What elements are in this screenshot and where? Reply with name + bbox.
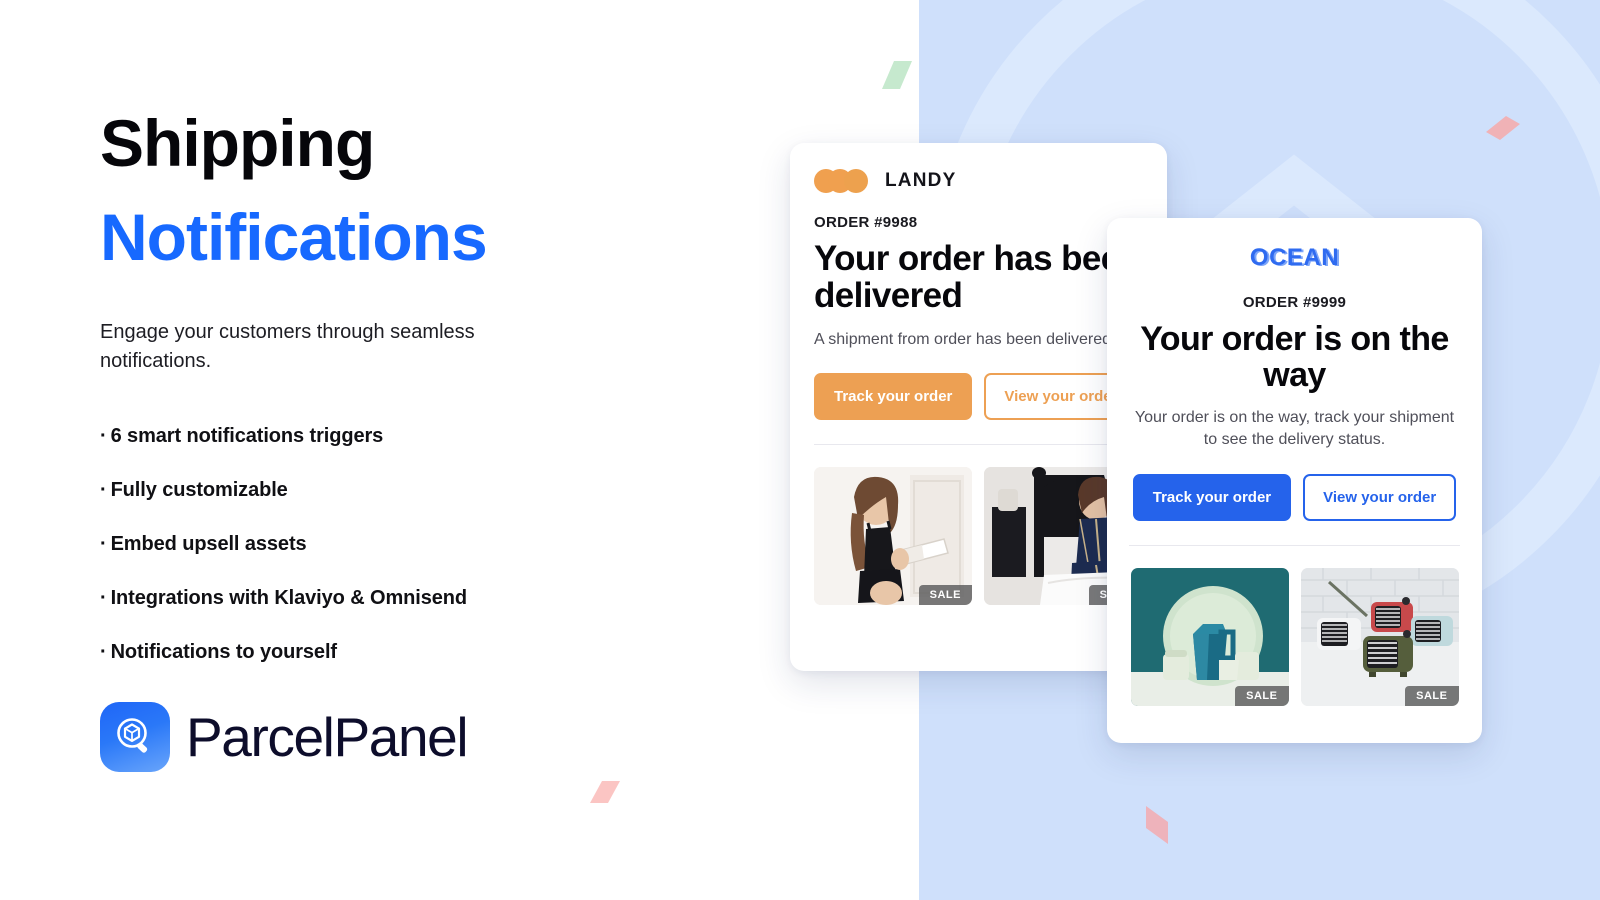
card-title: Your order has been delivered xyxy=(814,239,1141,316)
card-title: Your order is on the way xyxy=(1140,320,1449,395)
list-item: · Notifications to yourself xyxy=(100,640,800,664)
hero-subheadline: Engage your customers through seamless n… xyxy=(100,321,475,372)
landy-wordmark: LANDY xyxy=(885,170,957,191)
feature-label: Embed upsell assets xyxy=(110,533,307,555)
pink-parallelogram-top-right xyxy=(1486,116,1520,140)
feature-label: Notifications to yourself xyxy=(110,641,338,663)
bullet-dot: · xyxy=(100,587,107,609)
product-thumbnails: SALE xyxy=(1129,567,1460,706)
product-thumbnail[interactable]: SALE xyxy=(1300,567,1459,706)
list-item: · 6 smart notifications triggers xyxy=(100,424,800,448)
bullet-dot: · xyxy=(100,479,107,501)
notification-card-ocean: OCEAN ORDER #9999 Your order is on the w… xyxy=(1107,218,1482,743)
feature-label: Integrations with Klaviyo & Omnisend xyxy=(110,587,468,609)
card-description: Your order is on the way, track your shi… xyxy=(1134,408,1455,449)
sale-badge: SALE xyxy=(1235,685,1289,706)
card-actions: Track your order View your order xyxy=(1129,473,1460,521)
bullet-dot: · xyxy=(100,425,107,447)
track-your-order-button[interactable]: Track your order xyxy=(814,373,973,421)
product-thumbnails: SALE xyxy=(814,467,1143,606)
list-item: · Integrations with Klaviyo & Omnisend xyxy=(100,586,800,610)
bullet-dot: · xyxy=(100,533,107,555)
view-your-order-button[interactable]: View your order xyxy=(1303,473,1457,521)
list-item: · Fully customizable xyxy=(100,478,800,502)
product-thumbnail[interactable]: SALE xyxy=(1130,567,1289,706)
page-title-line2: Notifications xyxy=(100,200,488,274)
list-item: · Embed upsell assets xyxy=(100,532,800,556)
track-your-order-button[interactable]: Track your order xyxy=(1132,473,1292,521)
parcel-cube-magnifier-icon xyxy=(100,702,170,772)
pink-parallelogram-bottom xyxy=(1146,806,1168,844)
feature-label: 6 smart notifications triggers xyxy=(110,425,384,447)
sale-badge: SALE xyxy=(1405,685,1459,706)
hero-text-column: Shipping Notifications Engage your custo… xyxy=(100,0,800,900)
divider xyxy=(814,444,1143,446)
parcelpanel-logo: ParcelPanel xyxy=(100,702,800,772)
product-thumbnail[interactable]: SALE xyxy=(814,467,972,606)
feature-list: · 6 smart notifications triggers · Fully c… xyxy=(100,424,800,664)
landy-three-circles-icon xyxy=(814,169,878,193)
card-description: A shipment from order has been delivered… xyxy=(814,330,1116,348)
card-actions: Track your order View your order xyxy=(814,373,1143,421)
bullet-dot: · xyxy=(100,641,107,663)
feature-label: Fully customizable xyxy=(110,479,288,501)
landy-brand-logo: LANDY xyxy=(814,169,1143,193)
page-title-line1: Shipping xyxy=(100,106,375,180)
brand-name: ParcelPanel xyxy=(186,706,469,768)
order-number: ORDER #9988 xyxy=(814,214,918,231)
order-number: ORDER #9999 xyxy=(1242,294,1347,311)
green-parallelogram xyxy=(882,61,912,89)
divider xyxy=(1129,544,1460,546)
sale-badge: SALE xyxy=(918,585,972,606)
ocean-wordmark-icon: OCEAN xyxy=(1249,244,1340,271)
